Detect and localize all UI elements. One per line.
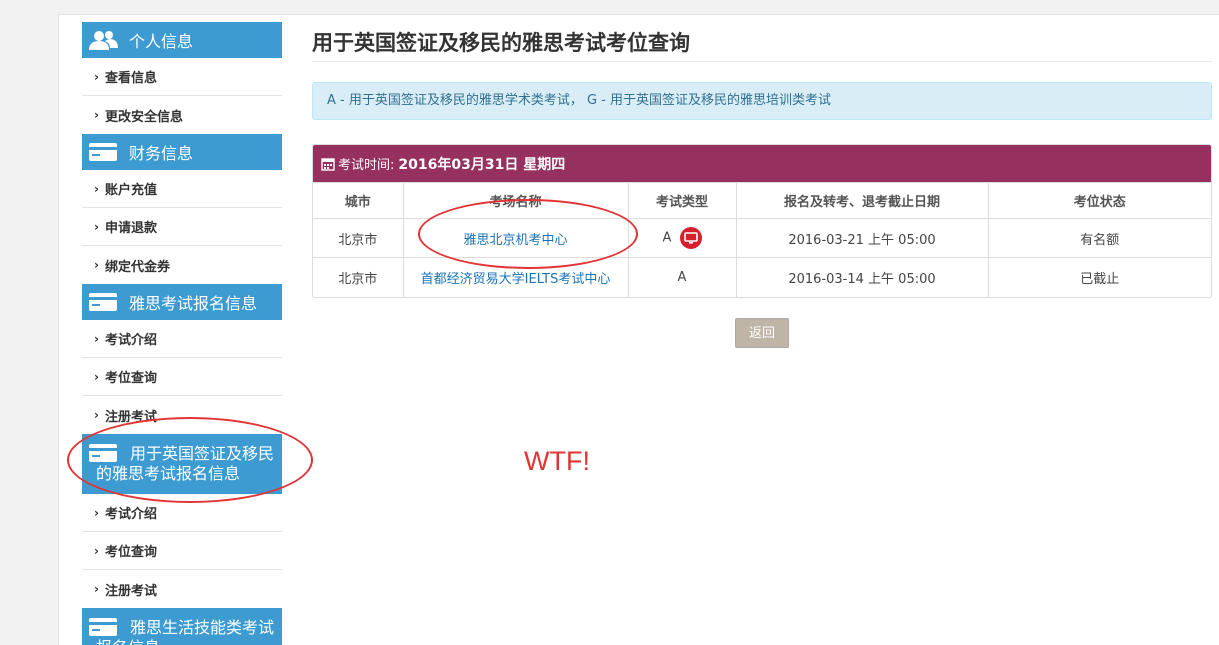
cell-venue: 雅思北京机考中心 — [402, 218, 629, 258]
exam-date-label: 考试时间: — [338, 158, 395, 173]
sidebar-item-seat-query[interactable]: › 考位查询 — [82, 358, 282, 396]
cell-type: A — [627, 218, 737, 258]
sidebar-item-label: 考试介绍 — [104, 507, 157, 522]
sidebar-item-label: 注册考试 — [104, 409, 157, 425]
sidebar-item-refund[interactable]: › 申请退款 — [82, 208, 282, 246]
cell-type: A — [627, 257, 737, 297]
sidebar-section-life-skills[interactable]: 雅思生活技能类考试报名信息 — [82, 608, 282, 645]
sidebar-item-exam-intro[interactable]: › 考试介绍 — [82, 320, 282, 358]
button-row: 返回 — [312, 317, 1212, 348]
sidebar-section-personal[interactable]: 个人信息 — [82, 22, 282, 58]
page-title: 用于英国签证及移民的雅思考试考位查询 — [312, 22, 1212, 62]
cell-city: 北京市 — [313, 257, 404, 297]
cell-status: 已截止 — [987, 257, 1211, 297]
table-row: 北京市 首都经济贸易大学IELTS考试中心 A 2016-03-14 上午 05… — [313, 257, 1211, 297]
sidebar-section-ukvi[interactable]: 用于英国签证及移民的雅思考试报名信息 — [82, 434, 282, 494]
card-icon — [89, 293, 117, 311]
column-header-venue: 考场名称 — [402, 182, 629, 219]
sidebar-item-label: 注册考试 — [104, 583, 157, 599]
column-header-deadline: 报名及转考、退考截止日期 — [735, 182, 989, 219]
users-icon — [89, 31, 118, 50]
cell-venue: 首都经济贸易大学IELTS考试中心 — [402, 257, 629, 297]
card-icon — [89, 444, 117, 462]
cell-deadline: 2016-03-21 上午 05:00 — [735, 218, 989, 258]
chevron-right-icon: › — [94, 219, 99, 234]
exam-date-value: 2016年03月31日 星期四 — [398, 156, 566, 173]
venue-link[interactable]: 首都经济贸易大学IELTS考试中心 — [421, 272, 611, 287]
chevron-right-icon: › — [94, 543, 99, 558]
sidebar-section-title: 财务信息 — [129, 144, 194, 163]
sidebar-item-label: 账户充值 — [104, 183, 157, 198]
sidebar-item-ukvi-register[interactable]: › 注册考试 — [82, 570, 282, 608]
sidebar-item-label: 申请退款 — [104, 221, 157, 236]
panel-header: 考试时间: 2016年03月31日 星期四 — [313, 145, 1211, 182]
sidebar: 个人信息 › 查看信息 › 更改安全信息 财务信息 › 账户充值 › 申请退款 › 绑定代… — [82, 22, 282, 645]
cell-status: 有名额 — [987, 218, 1211, 258]
sidebar-item-label: 更改安全信息 — [104, 109, 183, 125]
chevron-right-icon: › — [94, 408, 99, 422]
seat-table: 城市 考场名称 考试类型 报名及转考、退考截止日期 考位状态 北京市 雅思北京机… — [313, 182, 1211, 297]
info-alert: A - 用于英国签证及移民的雅思学术类考试， G - 用于英国签证及移民的雅思培… — [312, 82, 1212, 120]
sidebar-item-label: 考位查询 — [104, 545, 157, 560]
exam-type: A — [662, 230, 672, 246]
column-header-status: 考位状态 — [987, 182, 1211, 219]
chevron-right-icon: › — [94, 505, 99, 520]
chevron-right-icon: › — [94, 369, 99, 384]
table-header-row: 城市 考场名称 考试类型 报名及转考、退考截止日期 考位状态 — [313, 182, 1211, 219]
cell-deadline: 2016-03-14 上午 05:00 — [735, 257, 989, 297]
cell-city: 北京市 — [313, 218, 404, 258]
chevron-right-icon: › — [94, 108, 99, 122]
sidebar-item-change-security[interactable]: › 更改安全信息 — [82, 96, 282, 134]
sidebar-item-label: 考试介绍 — [104, 333, 157, 348]
computer-exam-icon — [679, 227, 702, 249]
chevron-right-icon: › — [94, 582, 99, 596]
card-icon — [89, 143, 117, 161]
calendar-icon — [321, 157, 335, 171]
card-icon — [89, 618, 117, 636]
column-header-type: 考试类型 — [627, 182, 737, 219]
sidebar-item-register[interactable]: › 注册考试 — [82, 396, 282, 434]
sidebar-section-finance[interactable]: 财务信息 — [82, 134, 282, 170]
chevron-right-icon: › — [94, 181, 99, 196]
chevron-right-icon: › — [94, 331, 99, 346]
exam-panel: 考试时间: 2016年03月31日 星期四 城市 考场名称 考试类型 报名及转考… — [312, 144, 1212, 298]
venue-link[interactable]: 雅思北京机考中心 — [463, 233, 567, 248]
sidebar-item-ukvi-seat-query[interactable]: › 考位查询 — [82, 532, 282, 570]
sidebar-section-title: 雅思生活技能类考试报名信息 — [96, 618, 275, 645]
chevron-right-icon: › — [94, 69, 99, 84]
back-button[interactable]: 返回 — [735, 317, 789, 348]
sidebar-item-view-info[interactable]: › 查看信息 — [82, 58, 282, 96]
table-row: 北京市 雅思北京机考中心 A 2016-03-21 上午 05:00 有名额 — [313, 218, 1211, 258]
sidebar-section-title: 雅思考试报名信息 — [129, 294, 258, 313]
chevron-right-icon: › — [94, 258, 99, 272]
sidebar-item-label: 查看信息 — [104, 71, 157, 86]
sidebar-item-label: 绑定代金券 — [104, 259, 170, 275]
sidebar-item-recharge[interactable]: › 账户充值 — [82, 170, 282, 208]
sidebar-section-title: 用于英国签证及移民的雅思考试报名信息 — [96, 444, 275, 483]
annotation-text: WTF! — [524, 446, 590, 476]
sidebar-section-title: 个人信息 — [129, 32, 194, 51]
sidebar-section-ielts[interactable]: 雅思考试报名信息 — [82, 284, 282, 320]
sidebar-item-ukvi-exam-intro[interactable]: › 考试介绍 — [82, 494, 282, 532]
sidebar-item-voucher[interactable]: › 绑定代金券 — [82, 246, 282, 284]
column-header-city: 城市 — [313, 182, 404, 219]
main-content: 用于英国签证及移民的雅思考试考位查询 A - 用于英国签证及移民的雅思学术类考试… — [312, 22, 1212, 348]
sidebar-item-label: 考位查询 — [104, 371, 157, 386]
